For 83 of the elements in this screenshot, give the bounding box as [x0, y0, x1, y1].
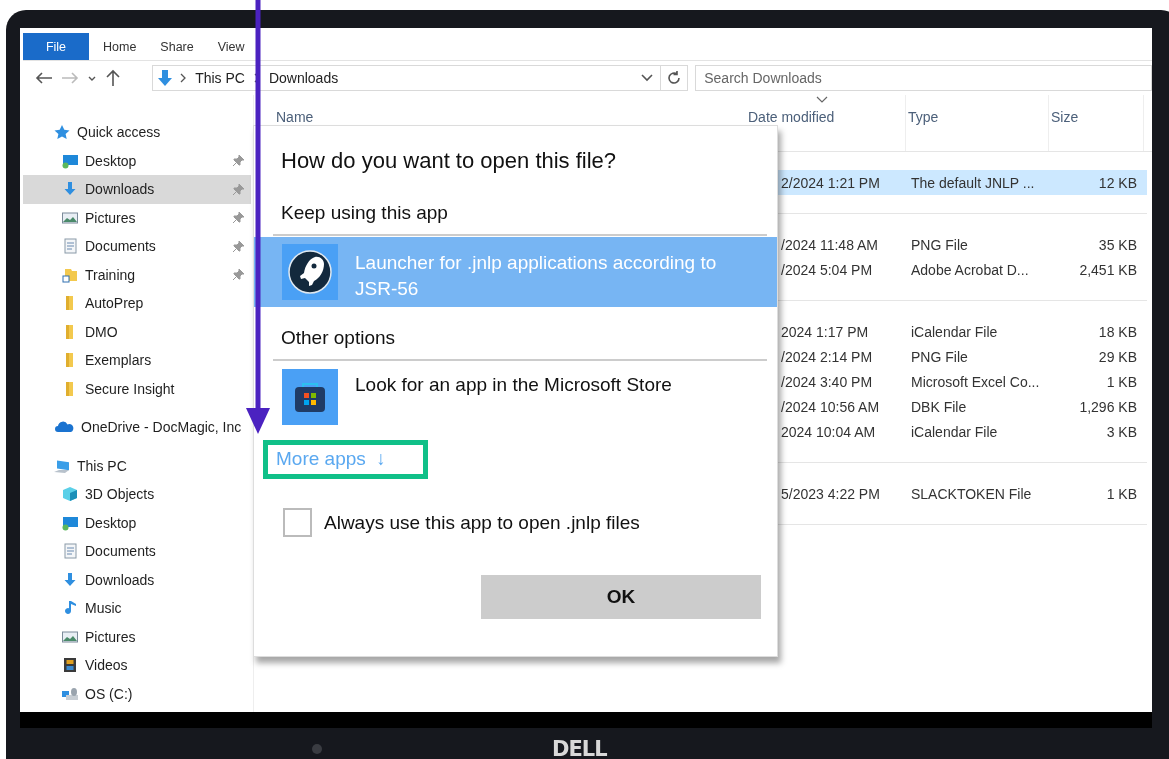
film-icon — [61, 657, 79, 674]
column-header[interactable]: Type — [908, 109, 939, 125]
pictures-icon — [61, 628, 79, 645]
date-cell-text: 2/2024 1:21 PM — [781, 174, 881, 191]
ribbon-tab[interactable]: View — [207, 33, 255, 60]
sidebar-item[interactable]: OneDrive - DocMagic, Inc — [23, 413, 251, 442]
date-cell-text: /2024 10:56 AM — [781, 398, 881, 415]
size-cell-text: 29 KB — [1097, 348, 1137, 365]
size-cell-text: 12 KB — [1097, 174, 1137, 191]
type-cell-text: The default JNLP ... — [911, 174, 1036, 191]
size-cell-text: 1,296 KB — [1078, 398, 1137, 415]
cube-icon — [61, 486, 79, 503]
webcam-dot — [312, 744, 322, 754]
date-cell-text: /2024 3:40 PM — [781, 373, 874, 390]
column-header[interactable]: Name — [276, 109, 314, 125]
sidebar-item[interactable]: Downloads — [23, 175, 251, 204]
pictures-icon — [61, 209, 79, 226]
date-cell-text: /2024 2:14 PM — [781, 348, 874, 365]
sidebar-item[interactable]: Documents — [23, 232, 251, 261]
checkbox[interactable] — [283, 508, 312, 537]
breadcrumb-item[interactable]: This PC — [193, 70, 247, 86]
sidebar-item[interactable]: This PC — [23, 451, 251, 480]
sidebar-item[interactable]: Desktop — [23, 146, 251, 175]
ribbon-tab[interactable]: Home — [93, 33, 147, 60]
ribbon-tab[interactable]: Share — [150, 33, 204, 60]
column-header[interactable]: Size — [1051, 109, 1079, 125]
address-bar[interactable]: This PC Downloads — [152, 65, 689, 91]
star-icon — [53, 124, 71, 141]
dialog-title: How do you want to open this file? — [281, 148, 618, 174]
sidebar-item[interactable]: Quick access — [23, 118, 251, 147]
type-cell-text: SLACKTOKEN File — [911, 485, 1033, 502]
dropdown-chevron-icon[interactable] — [640, 73, 655, 83]
folder-icon — [61, 266, 79, 283]
brand-logo: DELL — [552, 737, 607, 759]
size-cell-text: 35 KB — [1097, 236, 1137, 253]
sidebar-item[interactable]: Music — [23, 594, 251, 623]
breadcrumb-item[interactable]: Downloads — [266, 70, 341, 86]
store-bag-icon — [282, 369, 338, 425]
sidebar-item[interactable]: DMO — [23, 317, 251, 346]
sidebar-item[interactable]: Videos — [23, 651, 251, 680]
type-cell-text: iCalendar File — [911, 323, 999, 340]
ribbon-tab[interactable]: File — [23, 33, 89, 60]
size-cell-text: 1 KB — [1105, 485, 1137, 502]
sidebar-item[interactable]: Pictures — [23, 622, 251, 651]
sidebar-item[interactable]: Pictures — [23, 203, 251, 232]
date-cell-text: 2024 1:17 PM — [781, 323, 870, 340]
sidebar-item[interactable]: Secure Insight — [23, 374, 251, 403]
type-cell-text: DBK File — [911, 398, 968, 415]
date-cell-text: 2024 10:04 AM — [781, 423, 877, 440]
column-header[interactable]: Date modified — [748, 109, 835, 125]
sidebar-item[interactable]: Desktop — [23, 508, 251, 537]
size-cell-text: 1 KB — [1105, 373, 1137, 390]
size-cell-text: 2,451 KB — [1078, 261, 1137, 278]
checkbox-label: Always use this app to open .jnlp files — [324, 511, 640, 534]
section-heading: Other options — [281, 327, 397, 349]
date-cell-text: /2024 5:04 PM — [781, 261, 874, 278]
sidebar-item[interactable]: Downloads — [23, 565, 251, 594]
download-icon — [157, 69, 174, 87]
date-cell-text: 5/2023 4:22 PM — [781, 485, 881, 502]
ok-button[interactable]: OK — [481, 575, 761, 619]
rocket-app-icon — [282, 244, 338, 300]
sidebar-item[interactable]: 3D Objects — [23, 480, 251, 509]
sidebar-item[interactable]: OS (C:) — [23, 679, 251, 708]
sidebar-item[interactable]: AutoPrep — [23, 289, 251, 318]
drive-icon — [61, 685, 79, 702]
size-cell-text: 3 KB — [1105, 423, 1137, 440]
sidebar-item[interactable]: Exemplars — [23, 346, 251, 375]
desktop-icon — [61, 152, 79, 169]
type-cell-text: PNG File — [911, 348, 969, 365]
type-cell-text: Microsoft Excel Co... — [911, 373, 1041, 390]
section-heading: Keep using this app — [281, 202, 449, 224]
sidebar-item[interactable]: Training — [23, 260, 251, 289]
document-icon — [61, 543, 79, 560]
date-cell-text: /2024 11:48 AM — [781, 236, 880, 253]
refresh-icon — [666, 70, 683, 86]
sidebar-item[interactable]: Documents — [23, 537, 251, 566]
size-cell-text: 18 KB — [1097, 323, 1137, 340]
desktop-icon — [61, 514, 79, 531]
type-cell-text: iCalendar File — [911, 423, 999, 440]
search-field[interactable]: Search Downloads — [695, 65, 1152, 91]
type-cell-text: PNG File — [911, 236, 969, 253]
document-icon — [61, 238, 79, 255]
type-cell-text: Adobe Acrobat D... — [911, 261, 1030, 278]
